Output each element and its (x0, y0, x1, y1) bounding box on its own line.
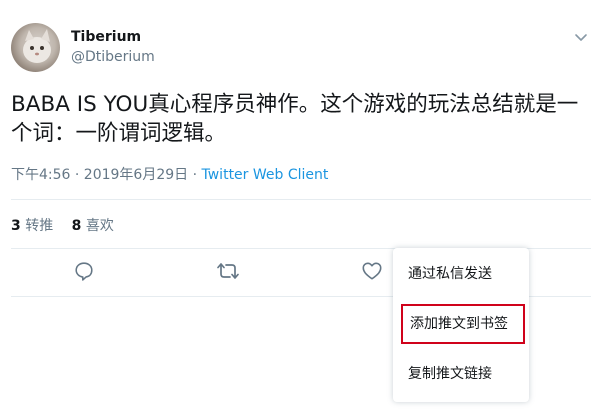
tweet-card: Tiberium @Dtiberium BABA IS YOU真心程序员神作。这… (0, 0, 602, 409)
tweet-text: BABA IS YOU真心程序员神作。这个游戏的玩法总结就是一个词：一阶谓词逻辑… (11, 92, 579, 146)
heart-icon (362, 262, 382, 280)
retweet-button[interactable] (216, 259, 240, 283)
retweets-count: 3 (11, 218, 21, 234)
cat-avatar-icon (23, 29, 51, 63)
likes-label: 喜欢 (85, 218, 114, 234)
avatar[interactable] (11, 23, 60, 72)
reply-button[interactable] (72, 259, 96, 283)
add-bookmark-item[interactable]: 添加推文到书签 (401, 304, 525, 344)
likes-count: 8 (71, 218, 82, 234)
copy-link-item[interactable]: 复制推文链接 (393, 354, 529, 394)
chevron-down-icon[interactable] (574, 29, 588, 43)
like-button[interactable] (360, 259, 384, 283)
divider (11, 199, 591, 200)
tweet-meta: 下午4:56 · 2019年6月29日 · Twitter Web Client (11, 164, 328, 184)
tweet-timestamp[interactable]: 下午4:56 · 2019年6月29日 · (11, 167, 202, 183)
retweet-icon (217, 263, 239, 279)
user-handle[interactable]: @Dtiberium (71, 49, 155, 65)
tweet-client-link[interactable]: Twitter Web Client (202, 167, 329, 183)
retweets-label: 转推 (25, 218, 54, 234)
retweet-stat[interactable]: 3 转推 (11, 218, 53, 234)
display-name[interactable]: Tiberium (71, 29, 141, 45)
reply-icon (75, 262, 93, 281)
share-menu: 通过私信发送 添加推文到书签 复制推文链接 (393, 248, 529, 402)
like-stat[interactable]: 8 喜欢 (72, 218, 114, 234)
send-via-dm-item[interactable]: 通过私信发送 (393, 254, 529, 294)
tweet-stats: 3 转推 8 喜欢 (11, 215, 128, 235)
